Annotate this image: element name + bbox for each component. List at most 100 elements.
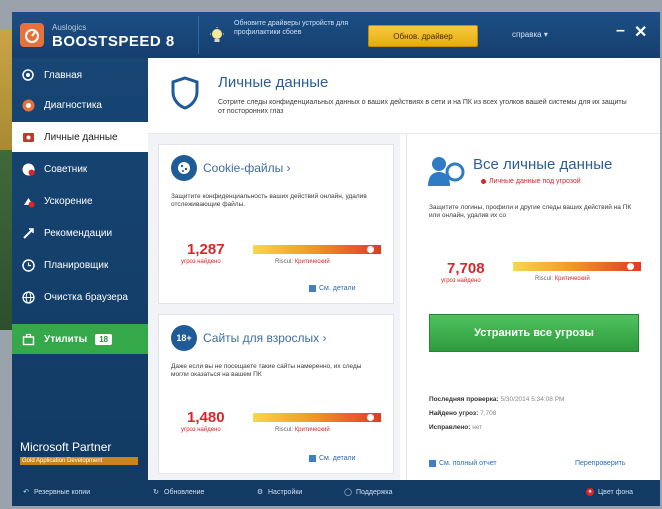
refresh-icon: ↻ (153, 489, 159, 496)
cookies-risk-label: Riscul: Критический (275, 259, 330, 265)
sidebar-item-privacy[interactable]: Личные данные (12, 122, 148, 152)
app-vendor-label: Auslogics (52, 23, 87, 32)
category-column: Cookie-файлы › Защитите конфиденциальнос… (148, 134, 400, 480)
privacy-user-icon (427, 154, 467, 193)
summary-risk-bar (513, 262, 641, 271)
background-strip-green (0, 150, 12, 330)
close-button[interactable]: ✕ (634, 22, 647, 42)
chat-icon: ◯ (344, 489, 352, 496)
summary-threat-count: 7,708 (447, 260, 485, 277)
app-title: BOOSTSPEED 8 (52, 33, 175, 50)
microsoft-partner-sub: Gold Application Development (20, 457, 138, 465)
cookies-risk-bar (253, 245, 381, 254)
sidebar-item-scheduler[interactable]: Планировщик (12, 250, 148, 280)
sidebar-item-recommendations[interactable]: Рекомендации (12, 218, 148, 248)
help-menu[interactable]: справка ▾ (512, 30, 548, 39)
all-privacy-summary: Все личные данные Личные данные под угро… (406, 134, 656, 480)
sidebar-item-label: Рекомендации (44, 227, 113, 239)
adult-sites-details-link[interactable]: См. детали (309, 455, 356, 462)
sidebar-item-label: Диагностика (44, 99, 102, 111)
main-content: Личные данные Сотрите следы конфиденциал… (148, 58, 660, 480)
fixed-stat: Исправлено: нет (429, 424, 483, 431)
microsoft-partner-logo: Microsoft Partner (20, 440, 112, 454)
sidebar-item-home[interactable]: Главная (12, 60, 148, 90)
cookies-card-title[interactable]: Cookie-файлы › (203, 161, 291, 175)
adult-sites-card-description: Даже если вы не посещаете такие сайты на… (171, 363, 362, 378)
cookies-details-link[interactable]: См. детали (309, 285, 356, 292)
summary-title: Все личные данные (473, 156, 613, 173)
cookie-icon (171, 155, 197, 181)
color-scheme-button[interactable]: ● Цвет фона (586, 488, 633, 496)
lightbulb-icon (209, 27, 225, 50)
summary-threat-label: угроз найдено (441, 278, 481, 284)
backup-icon: ↶ (23, 489, 29, 496)
rescan-link[interactable]: Перепроверить (575, 460, 625, 467)
full-report-link[interactable]: См. полный отчет (429, 460, 497, 467)
sidebar-item-label: Советник (44, 163, 88, 175)
speedup-icon (21, 194, 35, 208)
divider (198, 16, 199, 54)
adult-sites-threat-count: 1,480 (187, 409, 225, 426)
risk-marker-icon (367, 246, 374, 253)
sidebar-item-label: Планировщик (44, 259, 109, 271)
sidebar-item-label: Личные данные (44, 131, 118, 143)
cookies-card: Cookie-файлы › Защитите конфиденциальнос… (158, 144, 394, 304)
sidebar-item-speedup[interactable]: Ускорение (12, 186, 148, 216)
toolbox-icon (21, 332, 35, 346)
sidebar-item-label: Главная (44, 69, 83, 81)
risk-marker-icon (367, 414, 374, 421)
last-check-stat: Последняя проверка: 5/30/2014 5:34:08 PM (429, 396, 565, 403)
found-threats-stat: Найдено угроз: 7,708 (429, 410, 497, 417)
driver-notice-text: Обновите драйверы устройств для профилак… (234, 20, 349, 36)
cookies-card-description: Защитите конфиденциальность ваших действ… (171, 193, 367, 208)
sidebar-item-label: Ускорение (44, 195, 93, 207)
adult-sites-risk-bar (253, 413, 381, 422)
summary-description: Защитите логины, профили и другие следы … (429, 204, 632, 219)
update-drivers-button[interactable]: Обнов. драйвер (368, 25, 478, 47)
support-button[interactable]: ◯ Поддержка (344, 488, 392, 497)
cookies-threat-count: 1,287 (187, 241, 225, 258)
settings-button[interactable]: ⚙ Настройки (256, 488, 302, 497)
backups-button[interactable]: ↶ Резервные копии (22, 488, 90, 497)
updates-button[interactable]: ↻ Обновление (152, 488, 204, 497)
sidebar-item-browser-cleanup[interactable]: Очистка браузера (12, 282, 148, 312)
background-strip (0, 30, 12, 150)
adult-sites-threat-label: угроз найдено (181, 427, 221, 433)
page-title: Личные данные (218, 74, 329, 91)
sidebar-item-diagnostics[interactable]: Диагностика (12, 90, 148, 120)
app-logo-icon (20, 23, 44, 47)
sidebar: Главная Диагностика Личные данные Советн… (12, 58, 148, 480)
shield-icon (170, 76, 200, 115)
summary-risk-label: Riscul: Критический (535, 276, 590, 282)
globe-icon (21, 290, 35, 304)
recommendations-icon (21, 226, 35, 240)
sidebar-item-label: Утилиты (44, 333, 88, 345)
advisor-icon (21, 162, 35, 176)
boostspeed-window: Auslogics BOOSTSPEED 8 Обновите драйверы… (0, 0, 662, 509)
sidebar-item-label: Очистка браузера (44, 291, 128, 303)
page-header: Личные данные Сотрите следы конфиденциал… (148, 58, 660, 134)
details-icon (309, 455, 316, 462)
summary-status: Личные данные под угрозой (481, 178, 581, 185)
utilities-count-badge: 18 (95, 333, 113, 345)
palette-icon: ● (586, 488, 594, 496)
sidebar-item-advisor[interactable]: Советник (12, 154, 148, 184)
adult-sites-card-title[interactable]: Сайты для взрослых › (203, 331, 327, 345)
details-icon (309, 285, 316, 292)
sidebar-item-utilities[interactable]: Утилиты 18 (12, 324, 148, 354)
adult-18-icon: 18+ (171, 325, 197, 351)
clock-icon (21, 258, 35, 272)
adult-sites-risk-label: Riscul: Критический (275, 427, 330, 433)
status-bar: ↶ Резервные копии ↻ Обновление ⚙ Настройки … (12, 480, 660, 506)
alert-dot-icon (481, 179, 486, 184)
page-description: Сотрите следы конфиденциальных данных о … (218, 99, 627, 115)
title-bar: Auslogics BOOSTSPEED 8 Обновите драйверы… (12, 12, 660, 58)
cookies-threat-label: угроз найдено (181, 259, 221, 265)
minimize-button[interactable]: – (616, 22, 625, 40)
risk-marker-icon (627, 263, 634, 270)
gear-icon: ⚙ (256, 489, 264, 496)
privacy-icon (21, 130, 35, 144)
diagnostics-icon (21, 98, 35, 112)
fix-all-threats-button[interactable]: Устранить все угрозы (429, 314, 639, 352)
report-icon (429, 460, 436, 467)
